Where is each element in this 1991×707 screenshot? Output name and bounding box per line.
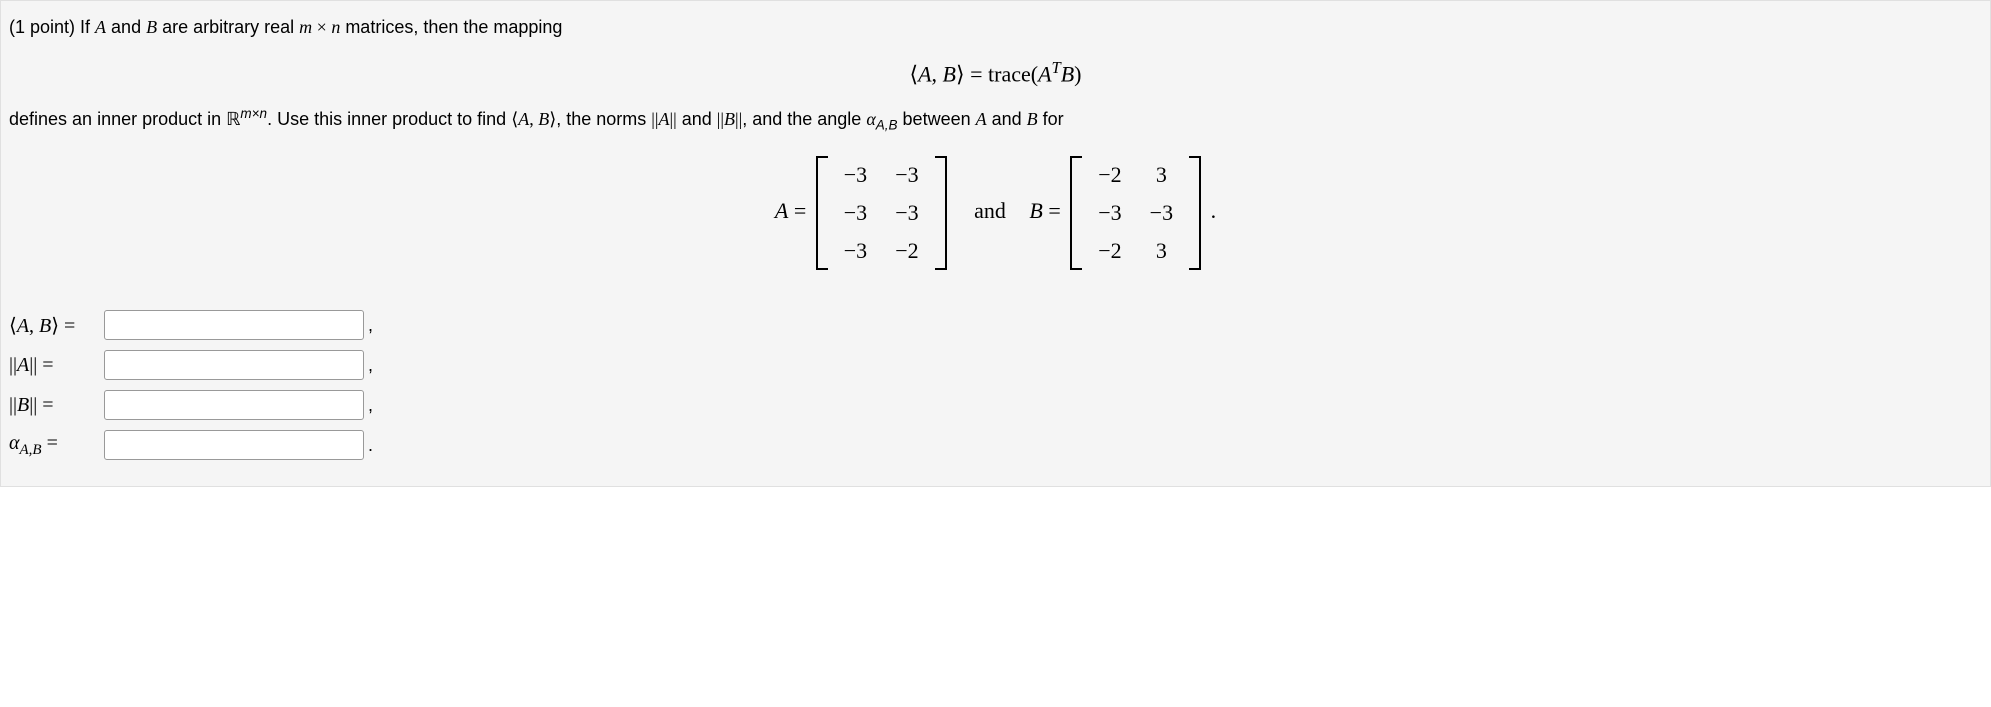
- table-row: −3 −3: [830, 194, 933, 232]
- matrix-cell: −3: [1136, 194, 1187, 232]
- answer-label-normA: ||A|| =: [9, 354, 104, 377]
- defines-text-1: defines an inner product in: [9, 109, 226, 129]
- matrix-cell: 3: [1136, 156, 1187, 194]
- inline-ab: ⟨A, B⟩: [511, 109, 556, 129]
- inline-alpha-sub: A,B: [876, 118, 898, 133]
- inline-normA: ||A||: [651, 109, 676, 129]
- table-row: −2 3: [1084, 156, 1187, 194]
- answer-punct-comma: ,: [368, 315, 373, 336]
- points-text: (1 point) If: [9, 17, 95, 37]
- eq-rparen: ): [1074, 61, 1081, 86]
- problem-intro-line: (1 point) If A and B are arbitrary real …: [9, 13, 1982, 42]
- matrix-display: A = −3 −3 −3 −3 −3 −2 and B =: [9, 156, 1982, 270]
- table-row: −3 −2: [830, 232, 933, 270]
- text-and-2: and: [987, 109, 1027, 129]
- problem-defines-line: defines an inner product in ℝm×n. Use th…: [9, 103, 1982, 136]
- eq-trace: trace(: [988, 61, 1038, 86]
- matrix-cell: −3: [830, 194, 881, 232]
- inline-alpha: α: [866, 109, 875, 129]
- answer-row-normA: ||A|| = ,: [9, 350, 1982, 380]
- matrix-B-eq: =: [1043, 198, 1066, 223]
- eq-AT: A: [1038, 61, 1051, 86]
- inline-A2: A: [976, 109, 987, 129]
- answer-row-alpha: αA,B = .: [9, 430, 1982, 460]
- matrix-cell: −3: [881, 156, 932, 194]
- defines-text-7: for: [1038, 109, 1064, 129]
- matrix-cell: −3: [881, 194, 932, 232]
- matrix-cell: −3: [830, 232, 881, 270]
- answer-row-ab: ⟨A, B⟩ = ,: [9, 310, 1982, 340]
- real-exp: m×n: [240, 106, 267, 121]
- defines-text-2: . Use this inner product to find: [267, 109, 511, 129]
- matrix-end: .: [1211, 198, 1217, 223]
- matrix-cell: −2: [881, 232, 932, 270]
- eq-comma: ,: [932, 61, 943, 86]
- answer-input-alpha[interactable]: [104, 430, 364, 460]
- defines-text-6: between: [898, 109, 976, 129]
- real-Rmn: ℝ: [226, 109, 240, 129]
- matrix-cell: −3: [830, 156, 881, 194]
- eq-A: A: [918, 61, 931, 86]
- var-n: n: [331, 17, 340, 37]
- inline-normB: ||B||: [717, 109, 742, 129]
- answer-label-normB: ||B|| =: [9, 394, 104, 417]
- eq-transpose: T: [1052, 58, 1061, 77]
- problem-container: (1 point) If A and B are arbitrary real …: [0, 0, 1991, 487]
- var-m: m: [299, 17, 312, 37]
- answer-input-normB[interactable]: [104, 390, 364, 420]
- times-symbol: ×: [312, 17, 331, 37]
- answer-punct-comma-2: ,: [368, 355, 373, 376]
- eq-B2: B: [1061, 61, 1074, 86]
- matrix-A-eq: =: [788, 198, 811, 223]
- eq-B: B: [943, 61, 956, 86]
- matrix-cell: −2: [1084, 156, 1135, 194]
- defines-text-5: , and the angle: [742, 109, 866, 129]
- table-row: −3 −3: [830, 156, 933, 194]
- text-and: and: [106, 17, 146, 37]
- table-row: −3 −3: [1084, 194, 1187, 232]
- matrix-cell: 3: [1136, 232, 1187, 270]
- answer-row-normB: ||B|| = ,: [9, 390, 1982, 420]
- answer-label-ab: ⟨A, B⟩ =: [9, 313, 104, 338]
- answers-block: ⟨A, B⟩ = , ||A|| = , ||B|| = , αA,B = .: [9, 310, 1982, 460]
- answer-input-normA[interactable]: [104, 350, 364, 380]
- inline-B2: B: [1027, 109, 1038, 129]
- defines-text-3: , the norms: [556, 109, 651, 129]
- answer-punct-comma-3: ,: [368, 395, 373, 416]
- matrix-A-label: A: [775, 198, 788, 223]
- matrix-B: −2 3 −3 −3 −2 3: [1070, 156, 1201, 270]
- matrix-and: and: [974, 198, 1006, 223]
- eq-langle: ⟨: [910, 61, 919, 86]
- answer-label-alpha: αA,B =: [9, 432, 104, 459]
- var-B: B: [146, 17, 157, 37]
- display-equation: ⟨A, B⟩ = trace(ATB): [9, 58, 1982, 87]
- matrix-cell: −2: [1084, 232, 1135, 270]
- eq-rangle: ⟩ =: [956, 61, 988, 86]
- matrix-B-table: −2 3 −3 −3 −2 3: [1084, 156, 1187, 270]
- matrix-A-table: −3 −3 −3 −3 −3 −2: [830, 156, 933, 270]
- intro-text-2: matrices, then the mapping: [340, 17, 562, 37]
- answer-punct-period: .: [368, 435, 373, 456]
- matrix-B-label: B: [1029, 198, 1042, 223]
- defines-text-4: and: [677, 109, 717, 129]
- matrix-cell: −3: [1084, 194, 1135, 232]
- matrix-A: −3 −3 −3 −3 −3 −2: [816, 156, 947, 270]
- var-A: A: [95, 17, 106, 37]
- answer-input-ab[interactable]: [104, 310, 364, 340]
- intro-text-1: are arbitrary real: [157, 17, 299, 37]
- table-row: −2 3: [1084, 232, 1187, 270]
